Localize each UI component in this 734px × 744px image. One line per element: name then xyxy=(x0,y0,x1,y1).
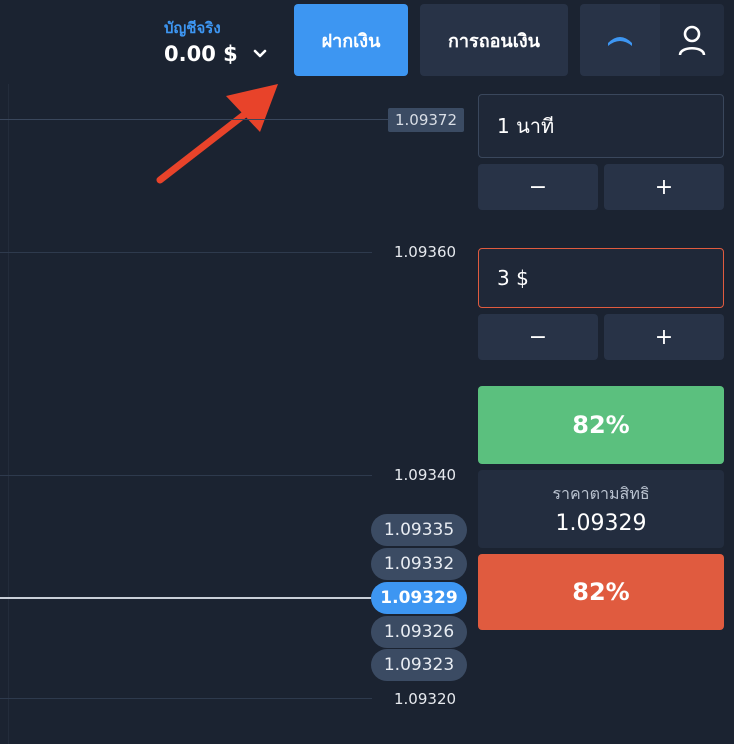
time-decrease-button[interactable]: − xyxy=(478,164,598,210)
deposit-button[interactable]: ฝากเงิน xyxy=(294,4,408,76)
profile-button[interactable] xyxy=(660,4,724,76)
account-balance-row[interactable]: 0.00 $ xyxy=(164,42,268,66)
price-pill[interactable]: 1.09323 xyxy=(371,649,467,681)
price-pill-active[interactable]: 1.09329 xyxy=(371,582,467,614)
current-price-tag: 1.09372 xyxy=(388,108,464,132)
time-value: 1 นาที xyxy=(497,114,555,138)
current-price-line xyxy=(0,597,371,599)
price-axis-label: 1.09340 xyxy=(394,466,457,484)
strike-price-box: ราคาตามสิทธิ 1.09329 xyxy=(478,470,724,548)
chart-type-button[interactable] xyxy=(580,4,660,76)
amount-increase-button[interactable]: + xyxy=(604,314,724,360)
trading-screen: บัญชีจริง 0.00 $ ฝากเงิน การถอนเงิน 1.09… xyxy=(0,0,734,744)
chart-vertical-gridline xyxy=(8,84,9,744)
price-pill[interactable]: 1.09332 xyxy=(371,548,467,580)
time-increase-button[interactable]: + xyxy=(604,164,724,210)
strike-price-label: ราคาตามสิทธิ xyxy=(552,484,650,503)
price-axis-label: 1.09320 xyxy=(394,690,457,708)
down-button[interactable]: 82% xyxy=(478,554,724,630)
price-pill[interactable]: 1.09335 xyxy=(371,514,467,546)
chevron-down-icon[interactable] xyxy=(252,46,268,62)
chart-gridline xyxy=(0,252,372,253)
account-balance: 0.00 $ xyxy=(164,42,238,66)
chart-gridline xyxy=(0,698,372,699)
amount-value: 3 $ xyxy=(497,266,529,290)
withdraw-button[interactable]: การถอนเงิน xyxy=(420,4,568,76)
chart-price-line xyxy=(0,119,388,120)
strike-price-value: 1.09329 xyxy=(555,511,647,536)
chart-type-icon xyxy=(608,37,632,46)
amount-input[interactable]: 3 $ xyxy=(478,248,724,308)
account-selector[interactable]: บัญชีจริง 0.00 $ xyxy=(164,16,268,66)
price-pill[interactable]: 1.09326 xyxy=(371,616,467,648)
amount-decrease-button[interactable]: − xyxy=(478,314,598,360)
header-icon-group xyxy=(580,4,724,76)
time-input[interactable]: 1 นาที xyxy=(478,94,724,158)
user-icon xyxy=(678,25,706,56)
account-type-label: บัญชีจริง xyxy=(164,19,221,37)
up-button[interactable]: 82% xyxy=(478,386,724,464)
price-axis-label: 1.09360 xyxy=(394,243,457,261)
chart-gridline xyxy=(0,475,372,476)
pointer-arrow-icon xyxy=(156,84,278,184)
